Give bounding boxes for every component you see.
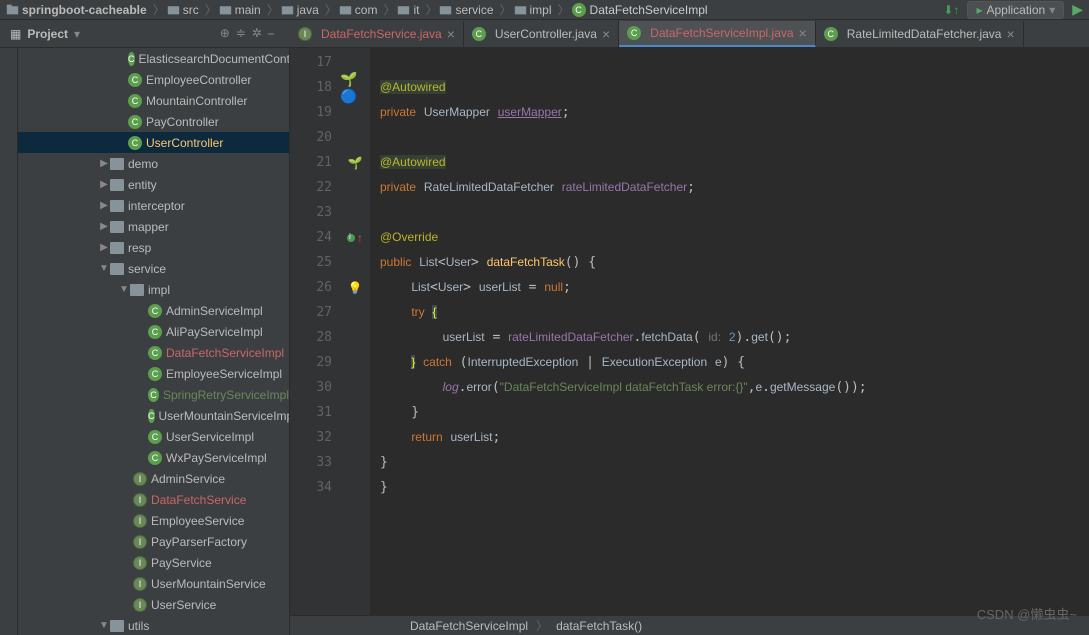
collapse-icon[interactable]: ≑ bbox=[236, 26, 246, 41]
interface-icon: I bbox=[133, 472, 147, 486]
locate-icon[interactable]: ⊕ bbox=[220, 26, 230, 41]
watermark: CSDN @懒虫虫~ bbox=[977, 604, 1077, 623]
run-button[interactable]: ▶ bbox=[1072, 1, 1083, 18]
crumb-it[interactable]: it bbox=[397, 3, 419, 17]
editor-tab[interactable]: CRateLimitedDataFetcher.java× bbox=[816, 21, 1024, 47]
tree-item[interactable]: IDataFetchService bbox=[18, 489, 289, 510]
editor-tab[interactable]: IDataFetchService.java× bbox=[290, 21, 464, 47]
tree-item[interactable]: CAliPayServiceImpl bbox=[18, 321, 289, 342]
tree-item[interactable]: CUserServiceImpl bbox=[18, 426, 289, 447]
editor-tabs: IDataFetchService.java×CUserController.j… bbox=[290, 20, 1024, 48]
tree-item[interactable]: CSpringRetryServiceImpl bbox=[18, 384, 289, 405]
tree-item[interactable]: ▼impl bbox=[18, 279, 289, 300]
structure-breadcrumb: DataFetchServiceImpl 〉 dataFetchTask() bbox=[290, 615, 1089, 635]
tree-item[interactable]: CMountainController bbox=[18, 90, 289, 111]
vcs-icon[interactable]: ⬇↑ bbox=[943, 3, 959, 17]
project-tool-icon: ▦ bbox=[10, 27, 21, 41]
interface-icon: I bbox=[133, 493, 147, 507]
editor: 171819202122232425262728293031323334 🌱🔵 🌱… bbox=[290, 48, 1089, 635]
tree-item[interactable]: ▼service bbox=[18, 258, 289, 279]
crumb-project[interactable]: springboot-cacheable bbox=[6, 3, 147, 17]
tree-item[interactable]: CEmployeeController bbox=[18, 69, 289, 90]
tree-item[interactable]: CAdminServiceImpl bbox=[18, 300, 289, 321]
crumb-main[interactable]: main bbox=[219, 3, 261, 17]
breadcrumb-bar: springboot-cacheable 〉src 〉main 〉java 〉c… bbox=[0, 0, 1089, 20]
tree-item[interactable]: ▶entity bbox=[18, 174, 289, 195]
tree-item[interactable]: CEmployeeServiceImpl bbox=[18, 363, 289, 384]
crumb-method[interactable]: dataFetchTask() bbox=[556, 619, 642, 633]
override-icon[interactable] bbox=[347, 234, 355, 242]
crumb-impl[interactable]: impl bbox=[514, 3, 552, 17]
crumb-src[interactable]: src bbox=[167, 3, 199, 17]
project-dropdown-icon[interactable]: ▾ bbox=[74, 27, 80, 41]
crumb-java[interactable]: java bbox=[281, 3, 319, 17]
tree-item[interactable]: CWxPayServiceImpl bbox=[18, 447, 289, 468]
editor-tab[interactable]: CUserController.java× bbox=[464, 21, 619, 47]
settings-icon[interactable]: ✲ bbox=[252, 26, 262, 41]
line-numbers: 171819202122232425262728293031323334 bbox=[290, 48, 340, 615]
interface-icon: I bbox=[133, 598, 147, 612]
project-tree[interactable]: CElasticsearchDocumentControllerCEmploye… bbox=[18, 48, 290, 635]
class-icon: C bbox=[148, 367, 162, 381]
close-icon[interactable]: × bbox=[799, 25, 807, 41]
tree-item[interactable]: IUserService bbox=[18, 594, 289, 615]
tree-item[interactable]: CPayController bbox=[18, 111, 289, 132]
tree-item[interactable]: CUserMountainServiceImpl bbox=[18, 405, 289, 426]
project-tool-title[interactable]: Project bbox=[27, 27, 68, 41]
run-config-selector[interactable]: ▸Application▾ bbox=[967, 1, 1064, 19]
crumb-class[interactable]: DataFetchServiceImpl bbox=[410, 619, 528, 633]
tree-item[interactable]: ▶resp bbox=[18, 237, 289, 258]
close-icon[interactable]: × bbox=[602, 26, 610, 42]
interface-icon: I bbox=[133, 556, 147, 570]
interface-icon: I bbox=[133, 535, 147, 549]
class-icon: C bbox=[148, 409, 155, 423]
tree-item[interactable]: ▶interceptor bbox=[18, 195, 289, 216]
tree-item[interactable]: CDataFetchServiceImpl bbox=[18, 342, 289, 363]
class-icon: C bbox=[148, 346, 162, 360]
class-icon: C bbox=[148, 388, 159, 402]
class-icon: C bbox=[148, 325, 162, 339]
class-icon: C bbox=[148, 304, 162, 318]
class-icon: C bbox=[128, 115, 142, 129]
tree-item[interactable]: IEmployeeService bbox=[18, 510, 289, 531]
interface-icon: I bbox=[133, 514, 147, 528]
class-icon: C bbox=[128, 73, 142, 87]
left-gutter bbox=[0, 48, 18, 635]
class-icon: C bbox=[128, 52, 135, 66]
interface-icon: I bbox=[133, 577, 147, 591]
bulb-icon[interactable]: 💡 bbox=[348, 281, 363, 295]
crumb-com[interactable]: com bbox=[339, 3, 378, 17]
tree-item[interactable]: CUserController bbox=[18, 132, 289, 153]
close-icon[interactable]: × bbox=[447, 26, 455, 42]
hide-icon[interactable]: ⎯ bbox=[268, 26, 274, 41]
editor-tab[interactable]: CDataFetchServiceImpl.java× bbox=[619, 21, 816, 47]
class-icon: C bbox=[128, 94, 142, 108]
tree-item[interactable]: IPayParserFactory bbox=[18, 531, 289, 552]
crumb-service[interactable]: service bbox=[439, 3, 493, 17]
gutter-icons: 🌱🔵🌱↑💡 bbox=[340, 48, 370, 615]
tree-item[interactable]: CElasticsearchDocumentController bbox=[18, 48, 289, 69]
tree-item[interactable]: ▶mapper bbox=[18, 216, 289, 237]
close-icon[interactable]: × bbox=[1006, 26, 1014, 42]
tree-item[interactable]: IPayService bbox=[18, 552, 289, 573]
tree-item[interactable]: ▶demo bbox=[18, 153, 289, 174]
bean-icon[interactable]: 🌱 bbox=[348, 156, 363, 170]
code-area[interactable]: @Autowired private UserMapper userMapper… bbox=[370, 48, 1089, 615]
crumb-file[interactable]: CDataFetchServiceImpl bbox=[572, 3, 708, 17]
bean-icon[interactable]: 🌱🔵 bbox=[340, 71, 370, 105]
class-icon: C bbox=[148, 451, 162, 465]
tree-item[interactable]: IUserMountainService bbox=[18, 573, 289, 594]
tree-item[interactable]: IAdminService bbox=[18, 468, 289, 489]
tree-item[interactable]: ▼utils bbox=[18, 615, 289, 635]
class-icon: C bbox=[128, 136, 142, 150]
class-icon: C bbox=[148, 430, 162, 444]
